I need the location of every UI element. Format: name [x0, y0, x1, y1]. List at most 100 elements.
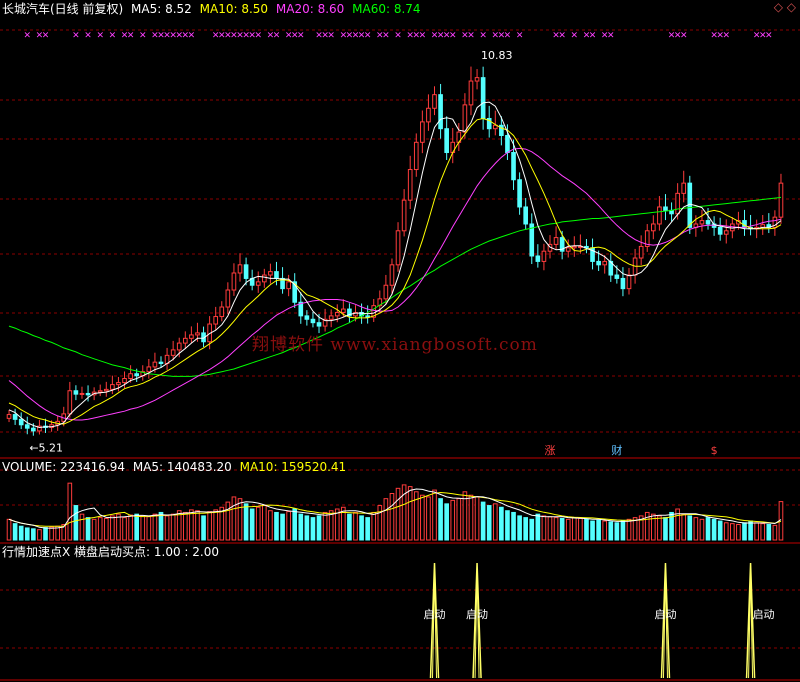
candle-body [626, 274, 632, 290]
volume-bar [6, 518, 12, 541]
volume-bar [614, 522, 620, 541]
marker-x: ✕ [254, 31, 262, 41]
candle-body [12, 414, 18, 420]
marker-x: ✕ [589, 31, 597, 41]
volume-ma5-legend: MA5: 140483.20 [132, 460, 232, 474]
volume-bar [407, 486, 413, 541]
volume-bar [201, 515, 206, 541]
candle-body [334, 311, 340, 317]
event-label: 财 [611, 443, 622, 457]
candle-body [505, 135, 510, 154]
volume-bar [553, 517, 559, 541]
volume-bar [152, 513, 158, 541]
candle-body [778, 182, 784, 218]
candle-body [6, 414, 12, 419]
ma5-legend: MA5: 8.52 [131, 2, 192, 16]
volume-bar [596, 519, 601, 541]
candle-body [541, 250, 547, 262]
candle-body [103, 388, 109, 392]
volume-legend: VOLUME: 223416.94 [2, 460, 125, 474]
candle-body [341, 308, 346, 313]
candle-body [73, 390, 79, 395]
volume-bar [225, 501, 231, 541]
volume-bar [189, 509, 194, 541]
candle-body [176, 342, 182, 351]
candle-body [553, 237, 559, 245]
event-label: $ [711, 444, 718, 457]
volume-bar [608, 521, 614, 541]
candle-body [395, 230, 401, 266]
volume-bar [280, 513, 285, 541]
volume-bar [49, 526, 54, 541]
volume-bar [760, 523, 766, 541]
candle-body [213, 316, 219, 325]
candle-body [110, 384, 115, 390]
volume-bar [43, 527, 48, 541]
marker-x: ✕ [504, 31, 512, 41]
volume-bar [426, 496, 431, 541]
volume-bar [207, 511, 212, 541]
volume-bar [91, 518, 97, 541]
volume-bar [359, 515, 364, 541]
volume-bar [164, 515, 170, 541]
volume-bar [73, 505, 79, 541]
candle-body [170, 349, 176, 356]
candle-body [261, 274, 267, 283]
marker-x: ✕ [558, 31, 566, 41]
volume-bar [31, 528, 36, 541]
candle-body [286, 281, 291, 290]
volume-bar [103, 517, 109, 541]
candle-body [225, 289, 231, 308]
volume-bar [213, 509, 219, 541]
volume-bar [717, 520, 723, 541]
candle-body [401, 199, 407, 232]
volume-bar [134, 513, 140, 541]
volume-bar [237, 498, 243, 541]
volume-bar [517, 515, 522, 541]
volume-bar [541, 515, 547, 541]
volume-bar [438, 498, 443, 541]
corner-icons[interactable]: ◇ ◇ [774, 0, 796, 14]
volume-bar [286, 511, 291, 541]
marker-x: ✕ [109, 31, 117, 41]
candle-body [195, 332, 200, 336]
volume-bar [18, 525, 24, 541]
volume-bar [578, 517, 583, 541]
volume-bar [12, 523, 18, 541]
candle-body [717, 226, 723, 235]
volume-bar [620, 520, 626, 541]
marker-x: ✕ [571, 31, 579, 41]
candle-body [650, 223, 656, 232]
candle-body [255, 281, 261, 286]
candle-body [116, 382, 121, 386]
marker-x: ✕ [479, 31, 487, 41]
volume-bar [24, 527, 30, 541]
marker-x: ✕ [297, 31, 305, 41]
candle-body [705, 220, 711, 225]
marker-x: ✕ [72, 31, 80, 41]
candle-body [31, 427, 36, 432]
volume-bar [420, 494, 425, 541]
candle-body [675, 192, 680, 215]
volume-bar [450, 499, 456, 541]
volume-bar [705, 517, 711, 541]
volume-bar [711, 518, 717, 541]
candle-body [122, 377, 127, 384]
volume-bar [663, 517, 668, 541]
candle-body [523, 206, 529, 225]
candle-body [596, 260, 601, 266]
candle-body [723, 230, 729, 235]
volume-bar [693, 517, 699, 541]
volume-bar [371, 511, 377, 541]
candle-body [189, 334, 194, 339]
volume-bar [231, 496, 237, 541]
candle-body [274, 271, 279, 279]
marker-x: ✕ [382, 31, 390, 41]
volume-bar [432, 489, 437, 541]
marker-x: ✕ [139, 31, 147, 41]
volume-bar [456, 498, 462, 541]
candle-body [413, 141, 419, 171]
candle-body [432, 94, 437, 109]
volume-bar [505, 510, 510, 541]
marker-x: ✕ [467, 31, 475, 41]
